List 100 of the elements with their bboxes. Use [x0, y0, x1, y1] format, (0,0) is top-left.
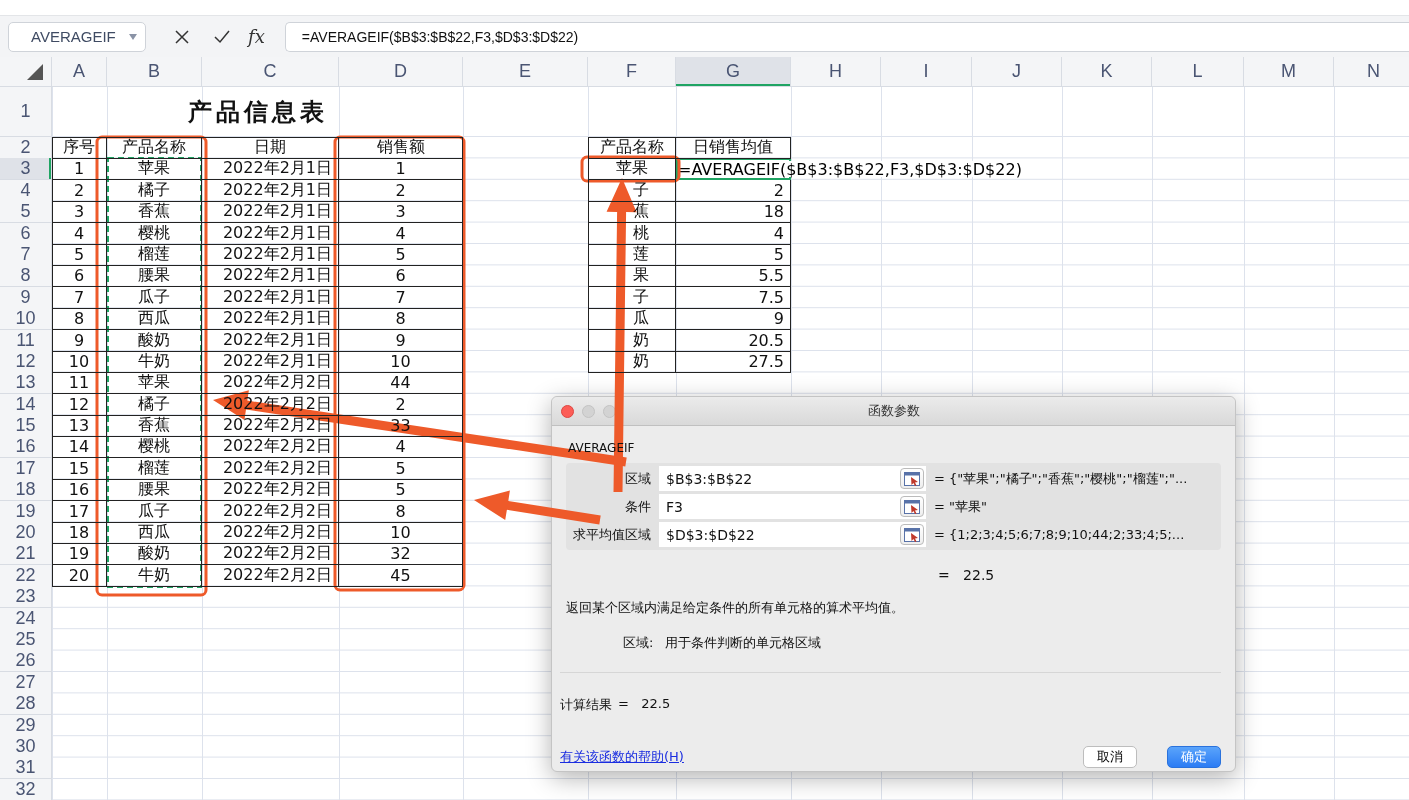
table-cell: 18 [52, 522, 107, 545]
row-header[interactable]: 5 [0, 201, 52, 224]
row-header[interactable]: 31 [0, 757, 52, 780]
table-cell: 酸奶 [107, 329, 202, 352]
column-header[interactable]: H [791, 57, 881, 87]
table-cell: 1 [52, 158, 107, 181]
row-header[interactable]: 26 [0, 650, 52, 673]
table-cell: 腰果 [107, 479, 202, 502]
row-header[interactable]: 4 [0, 179, 52, 202]
row-header[interactable]: 7 [0, 243, 52, 266]
formula-field[interactable]: =AVERAGEIF($B$3:$B$22,F3,$D$3:$D$22) [284, 21, 1409, 52]
table-cell: 9 [339, 329, 463, 352]
cancel-icon[interactable] [174, 28, 190, 45]
argument-field[interactable]: $D$3:$D$22 [659, 522, 926, 547]
table-cell: 2022年2月2日 [202, 457, 339, 480]
row-header[interactable]: 14 [0, 393, 52, 416]
row-header[interactable]: 28 [0, 693, 52, 716]
argument-field[interactable]: $B$3:$B$22 [659, 466, 926, 491]
table-cell: 2022年2月1日 [202, 179, 339, 202]
column-header[interactable]: E [463, 57, 588, 87]
column-header[interactable]: A [52, 57, 107, 87]
row-header[interactable]: 9 [0, 286, 52, 309]
function-button[interactable]: fx [248, 26, 265, 47]
row-header[interactable]: 1 [0, 87, 52, 137]
column-header[interactable]: F [588, 57, 676, 87]
row-header[interactable]: 24 [0, 607, 52, 630]
table-cell: 4 [52, 222, 107, 245]
row-header[interactable]: 22 [0, 564, 52, 587]
select-all-icon[interactable] [27, 64, 43, 80]
row-header[interactable]: 6 [0, 222, 52, 245]
row-header[interactable]: 16 [0, 436, 52, 459]
table-cell: 腰果 [107, 265, 202, 288]
table-cell: 2022年2月1日 [202, 201, 339, 224]
table-cell: 酸奶 [107, 543, 202, 566]
table-cell: 44 [339, 372, 463, 395]
table-cell: 橘子 [107, 179, 202, 202]
row-header[interactable]: 25 [0, 629, 52, 651]
column-header[interactable]: G [676, 57, 791, 87]
row-header[interactable]: 10 [0, 308, 52, 331]
argument-field[interactable]: F3 [659, 494, 926, 519]
column-header[interactable]: D [339, 57, 463, 87]
table-cell: 西瓜 [107, 308, 202, 331]
table-cell: 牛奶 [107, 350, 202, 373]
table-cell: 20 [52, 564, 107, 587]
table-cell: 20.5 [676, 329, 791, 352]
row-header[interactable]: 18 [0, 479, 52, 502]
row-header[interactable]: 20 [0, 522, 52, 545]
row-header[interactable]: 17 [0, 457, 52, 480]
row-header[interactable]: 15 [0, 415, 52, 438]
table-cell: 32 [339, 543, 463, 566]
table-cell: 6 [339, 265, 463, 288]
row-header[interactable]: 29 [0, 714, 52, 737]
formula-result: = 22.5 [938, 567, 995, 583]
column-header[interactable]: J [972, 57, 1062, 87]
row-header[interactable]: 27 [0, 671, 52, 694]
column-header[interactable]: K [1062, 57, 1152, 87]
argument-value: = {"苹果";"橘子";"香蕉";"樱桃";"榴莲";"... [934, 469, 1188, 488]
table-cell: 15 [52, 457, 107, 480]
column-header[interactable]: C [202, 57, 339, 87]
column-header[interactable]: M [1244, 57, 1334, 87]
table-cell: 5.5 [676, 265, 791, 288]
row-header[interactable]: 32 [0, 778, 52, 800]
range-picker-button[interactable] [900, 524, 924, 545]
argument-label: 区域 [624, 469, 652, 488]
table-cell: 8 [339, 308, 463, 331]
table-cell: 苹果 [107, 372, 202, 395]
row-header[interactable]: 21 [0, 543, 52, 566]
column-header[interactable]: N [1334, 57, 1409, 87]
row-header[interactable]: 2 [0, 137, 52, 159]
table-cell: 2022年2月2日 [202, 564, 339, 587]
row-header[interactable]: 13 [0, 372, 52, 395]
column-header[interactable]: I [881, 57, 972, 87]
close-button[interactable] [561, 404, 574, 418]
row-header[interactable]: 11 [0, 329, 52, 352]
row-header[interactable]: 3 [0, 158, 52, 181]
table-cell: 2022年2月1日 [202, 222, 339, 245]
range-picker-button[interactable] [900, 496, 924, 517]
cancel-button[interactable]: 取消 [1083, 746, 1137, 768]
row-header[interactable]: 19 [0, 500, 52, 523]
row-header[interactable]: 8 [0, 265, 52, 288]
table-cell: 12 [52, 393, 107, 416]
caret-icon [129, 33, 137, 40]
table-cell: 2 [52, 179, 107, 202]
table-cell: 45 [339, 564, 463, 587]
sheet-title: 产品信息表 [186, 97, 329, 128]
help-link[interactable]: 有关该函数的帮助(H) [560, 748, 684, 766]
table-cell: 苹果 [107, 158, 202, 181]
table-cell: 2022年2月2日 [202, 500, 339, 523]
row-header[interactable]: 23 [0, 586, 52, 609]
row-header[interactable]: 12 [0, 350, 52, 373]
table-cell: 2022年2月1日 [202, 308, 339, 331]
name-box[interactable]: AVERAGEIF [8, 21, 146, 52]
row-header[interactable]: 30 [0, 735, 52, 758]
table-cell: 4 [339, 222, 463, 245]
check-icon[interactable] [214, 28, 230, 45]
column-header[interactable]: B [107, 57, 202, 87]
range-picker-button[interactable] [900, 468, 924, 489]
column-header[interactable]: L [1152, 57, 1244, 87]
table-cell: 5 [339, 457, 463, 480]
column-header: 序号 [52, 137, 107, 159]
